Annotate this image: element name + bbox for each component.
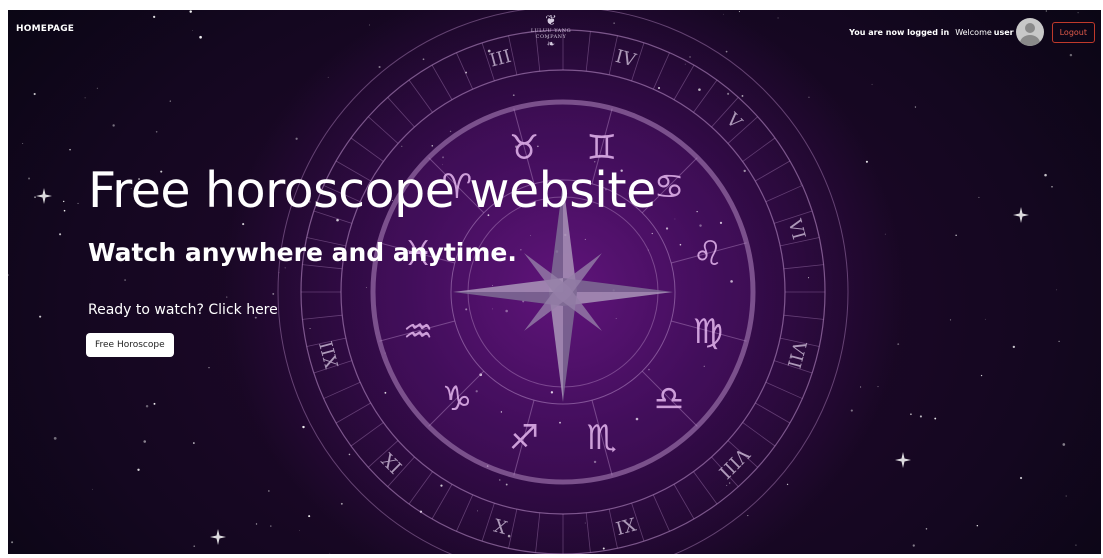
avatar-shoulders [1019,35,1040,46]
zodiac-sign-icon: ♐ [509,418,539,458]
zodiac-sign-icon: ♍ [693,312,723,352]
company-logo[interactable]: ❦ LULUU YANG COMPANY ❧ [521,14,581,60]
zodiac-sign-icon: ♋ [654,167,684,207]
zodiac-sign-icon: ♒ [403,312,433,352]
wheel-numeral: XI [613,513,638,538]
wheel-numeral: X [491,513,509,537]
free-horoscope-button[interactable]: Free Horoscope [86,333,174,357]
cta-text: Ready to watch? Click here [88,302,278,318]
username: user [993,27,1014,37]
wheel-numeral: IV [613,46,639,72]
ornament-icon: ❦ [545,13,557,29]
wheel-numeral: IX [378,448,407,477]
hero-banner: III IV V VI VII VIII IX X XI XII ♊ ♋ ♌ ♍ ♎ ♏ ♐ ♑ ♒ ♓ ♈ ♉ HOM… [8,10,1101,554]
wheel-numeral: VI [783,216,809,242]
zodiac-wheel-rings [277,10,849,554]
ornament-bottom-icon: ❧ [546,39,556,50]
avatar-head [1024,23,1035,33]
zodiac-sign-icon: ♎ [654,379,684,419]
user-area: You are now logged in Welcome user Logou… [849,18,1095,46]
wheel-numeral: XII [316,339,343,371]
login-status: You are now logged in [849,27,950,37]
homepage-link[interactable]: HOMEPAGE [16,24,74,34]
hero-title: Free horoscope website [88,162,656,219]
logout-button[interactable]: Logout [1051,21,1095,43]
welcome-text: Welcome [955,27,992,37]
zodiac-wheel-image: III IVVVIVIIVIIIIXX XIXII ♊♋♌♍♎♏♐♑♒♓♈♉ [277,10,849,554]
wheel-numeral: III [487,46,513,72]
zodiac-sign-icon: ♑ [442,379,472,419]
wheel-numeral: VII [783,338,811,371]
hero-subtitle: Watch anywhere and anytime. [88,238,517,267]
zodiac-sign-icon: ♏ [587,418,617,458]
zodiac-sign-icon: ♌ [693,234,723,274]
user-avatar-icon[interactable] [1015,18,1044,46]
